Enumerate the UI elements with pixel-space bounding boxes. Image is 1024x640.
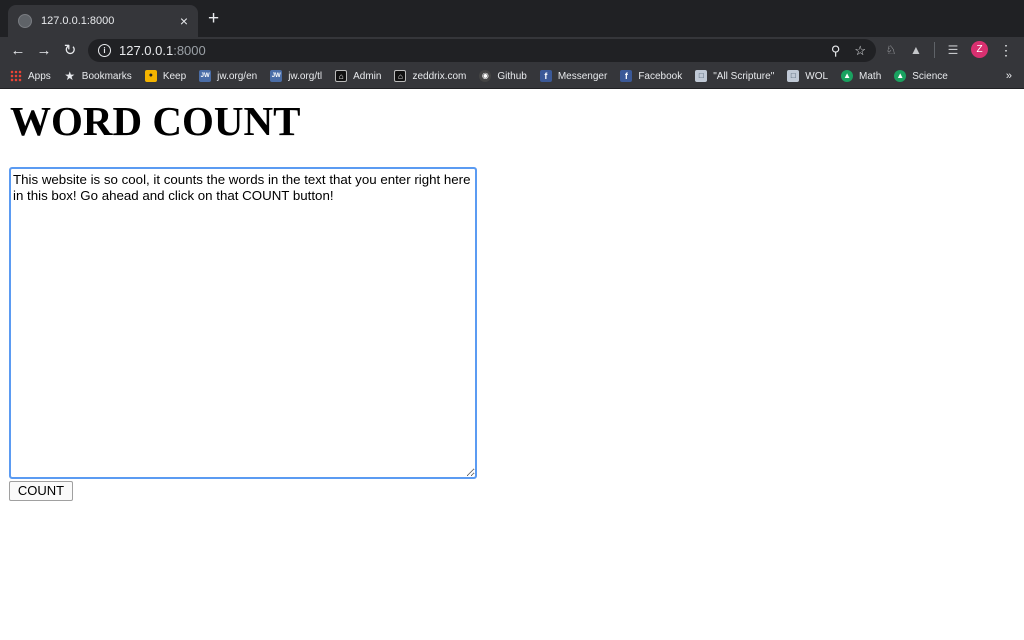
bookmark-label: Facebook bbox=[638, 70, 683, 82]
star-icon: ★ bbox=[64, 69, 76, 83]
bookmark-zeddrix[interactable]: ⌂ zeddrix.com bbox=[394, 70, 466, 82]
tab-strip: 127.0.0.1:8000 × + bbox=[0, 0, 1024, 37]
bookmark-facebook[interactable]: f Facebook bbox=[620, 70, 682, 82]
facebook-icon: f bbox=[620, 70, 633, 82]
bookmark-label: zeddrix.com bbox=[412, 70, 467, 82]
bookmark-all-scripture[interactable]: □ "All Scripture" bbox=[695, 70, 774, 82]
bookmark-label: Keep bbox=[162, 70, 187, 82]
browser-toolbar: ← → ↻ i 127.0.0.1:8000 ⚲ ☆ ♘ ▲ ☰ Z ⋮ bbox=[0, 37, 1024, 64]
book-icon: □ bbox=[695, 70, 708, 82]
word-count-textarea[interactable]: This website is so cool, it counts the w… bbox=[9, 167, 477, 479]
bookmark-label: Admin bbox=[353, 70, 382, 82]
page-content: WORD COUNT This website is so cool, it c… bbox=[0, 89, 1024, 640]
bookmark-label: Apps bbox=[28, 70, 51, 82]
jw-icon: JW bbox=[270, 70, 283, 82]
info-icon[interactable]: i bbox=[98, 44, 111, 57]
drive-icon[interactable]: ▲ bbox=[909, 43, 923, 57]
address-port: :8000 bbox=[173, 43, 206, 58]
bookmark-github[interactable]: ◉ Github bbox=[479, 70, 527, 82]
kebab-menu-icon[interactable]: ⋮ bbox=[999, 43, 1013, 57]
forward-arrow-icon[interactable]: → bbox=[31, 41, 57, 61]
media-queue-icon[interactable]: ☰ bbox=[946, 43, 960, 57]
bookmark-keep[interactable]: ● Keep bbox=[144, 70, 187, 82]
bookmark-label: jw.org/en bbox=[217, 70, 258, 82]
bookmark-bookmarks[interactable]: ★ Bookmarks bbox=[64, 69, 132, 83]
count-button[interactable]: COUNT bbox=[9, 481, 73, 501]
bookmark-label: Github bbox=[497, 70, 527, 82]
jw-icon: JW bbox=[199, 70, 212, 82]
house-icon: ⌂ bbox=[394, 70, 407, 82]
bookmarks-bar: Apps ★ Bookmarks ● Keep JW jw.org/en JW jw.o… bbox=[0, 64, 1024, 89]
bookmark-label: Messenger bbox=[557, 70, 608, 82]
bookmark-label: Bookmarks bbox=[81, 70, 132, 82]
new-tab-button[interactable]: + bbox=[208, 9, 219, 29]
bookmark-science[interactable]: ▲ Science bbox=[894, 70, 948, 82]
close-icon[interactable]: × bbox=[180, 14, 188, 28]
facebook-icon: f bbox=[539, 70, 552, 82]
reload-icon[interactable]: ↻ bbox=[57, 41, 83, 61]
bookmark-label: jw.org/tl bbox=[288, 70, 323, 82]
bookmark-label: Math bbox=[859, 70, 882, 82]
khan-icon: ▲ bbox=[894, 70, 907, 82]
apps-icon bbox=[10, 70, 22, 82]
toolbar-divider bbox=[934, 41, 935, 58]
bookmark-messenger[interactable]: f Messenger bbox=[539, 70, 608, 82]
zoom-icon[interactable]: ⚲ bbox=[831, 43, 841, 59]
bookmark-jw-en[interactable]: JW jw.org/en bbox=[199, 70, 257, 82]
extension-unicorn-icon[interactable]: ♘ bbox=[884, 43, 898, 57]
bookmark-math[interactable]: ▲ Math bbox=[841, 70, 881, 82]
bookmarks-overflow-icon[interactable]: » bbox=[1006, 70, 1012, 82]
github-icon: ◉ bbox=[479, 70, 492, 82]
bookmark-apps[interactable]: Apps bbox=[10, 70, 51, 82]
bookmark-label: WOL bbox=[805, 70, 829, 82]
bookmark-label: Science bbox=[912, 70, 948, 82]
keep-icon: ● bbox=[144, 70, 157, 82]
back-arrow-icon[interactable]: ← bbox=[5, 41, 31, 61]
khan-icon: ▲ bbox=[841, 70, 854, 82]
bookmark-jw-tl[interactable]: JW jw.org/tl bbox=[270, 70, 322, 82]
globe-icon bbox=[18, 14, 32, 28]
bookmark-star-icon[interactable]: ☆ bbox=[854, 43, 866, 59]
address-host: 127.0.0.1 bbox=[119, 43, 174, 58]
profile-avatar[interactable]: Z bbox=[971, 41, 988, 58]
house-icon: ⌂ bbox=[335, 70, 348, 82]
tab-title: 127.0.0.1:8000 bbox=[41, 15, 115, 27]
browser-tab[interactable]: 127.0.0.1:8000 × bbox=[8, 5, 198, 37]
book-icon: □ bbox=[787, 70, 800, 82]
page-title: WORD COUNT bbox=[10, 98, 301, 144]
address-bar[interactable]: i 127.0.0.1:8000 ⚲ ☆ bbox=[88, 39, 876, 62]
bookmark-admin[interactable]: ⌂ Admin bbox=[335, 70, 381, 82]
bookmark-wol[interactable]: □ WOL bbox=[787, 70, 828, 82]
bookmark-label: "All Scripture" bbox=[713, 70, 775, 82]
